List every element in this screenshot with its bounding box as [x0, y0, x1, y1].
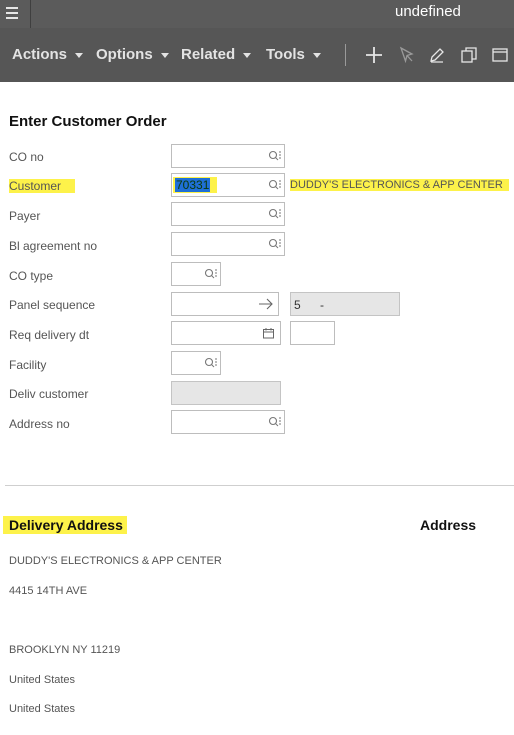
- actions-menu[interactable]: Actions: [12, 46, 84, 63]
- delivery-address-country: United States: [9, 703, 76, 715]
- chevron-down-icon: [75, 52, 84, 58]
- chevron-down-icon: [243, 52, 252, 58]
- panel-sequence-dash: -: [320, 298, 324, 312]
- co-type-label: CO type: [9, 269, 54, 283]
- panel-sequence-display: 5 -: [290, 292, 400, 316]
- address-heading: Address: [420, 517, 477, 533]
- related-menu[interactable]: Related: [181, 46, 252, 63]
- window-icon[interactable]: [490, 45, 510, 65]
- edit-pencil-icon[interactable]: [427, 45, 447, 65]
- options-label: Options: [96, 46, 153, 63]
- deliv-customer-field: [171, 381, 281, 405]
- facility-field[interactable]: [171, 351, 221, 375]
- page-title: Enter Customer Order: [9, 113, 167, 130]
- payer-label: Payer: [9, 209, 41, 223]
- req-delivery-label: Req delivery dt: [9, 328, 90, 342]
- bl-agreement-label: Bl agreement no: [9, 239, 98, 253]
- delivery-address-name: DUDDY'S ELECTRONICS & APP CENTER: [9, 555, 222, 567]
- req-delivery-time-field[interactable]: [290, 321, 335, 345]
- delivery-address-heading: Delivery Address: [3, 516, 127, 534]
- co-no-field[interactable]: [171, 144, 285, 168]
- customer-field[interactable]: 70331: [171, 173, 285, 197]
- deliv-customer-label: Deliv customer: [9, 387, 89, 401]
- related-label: Related: [181, 46, 236, 63]
- delivery-address-country: United States: [9, 674, 76, 686]
- menu-icon[interactable]: [0, 0, 31, 28]
- app-title: undefined: [395, 3, 461, 20]
- copy-icon[interactable]: [459, 45, 479, 65]
- search-icon[interactable]: [204, 268, 218, 280]
- delivery-address-street: 4415 14TH AVE: [9, 585, 88, 597]
- arrow-right-icon[interactable]: [258, 298, 274, 310]
- panel-sequence-number: 5: [294, 298, 301, 312]
- chevron-down-icon: [160, 52, 169, 58]
- customer-value[interactable]: 70331: [175, 178, 211, 192]
- panel-sequence-field[interactable]: [171, 292, 279, 316]
- chevron-down-icon: [312, 52, 321, 58]
- search-icon[interactable]: [268, 150, 282, 162]
- search-icon[interactable]: [268, 238, 282, 250]
- tools-label: Tools: [266, 46, 305, 63]
- top-bar: undefined: [0, 0, 514, 28]
- customer-label: Customer: [9, 179, 76, 193]
- options-menu[interactable]: Options: [96, 46, 169, 63]
- customer-name: DUDDY'S ELECTRONICS & APP CENTER: [290, 179, 509, 191]
- search-icon[interactable]: [268, 208, 282, 220]
- address-no-field[interactable]: [171, 410, 285, 434]
- bl-agreement-field[interactable]: [171, 232, 285, 256]
- toolbar: Actions Options Related Tools: [0, 28, 514, 82]
- search-icon[interactable]: [204, 357, 218, 369]
- calendar-icon[interactable]: [262, 327, 275, 339]
- req-delivery-date-field[interactable]: [171, 321, 281, 345]
- section-divider: [5, 485, 514, 486]
- toolbar-separator: [345, 44, 346, 66]
- tools-menu[interactable]: Tools: [266, 46, 321, 63]
- add-icon[interactable]: [364, 45, 384, 65]
- search-icon[interactable]: [268, 416, 282, 428]
- payer-field[interactable]: [171, 202, 285, 226]
- select-cursor-icon[interactable]: [397, 45, 417, 65]
- facility-label: Facility: [9, 358, 47, 372]
- co-no-label: CO no: [9, 150, 44, 164]
- panel-sequence-label: Panel sequence: [9, 298, 96, 312]
- actions-label: Actions: [12, 46, 68, 63]
- address-no-label: Address no: [9, 417, 70, 431]
- search-icon[interactable]: [268, 179, 282, 191]
- delivery-address-city: BROOKLYN NY 11219: [9, 644, 121, 656]
- co-type-field[interactable]: [171, 262, 221, 286]
